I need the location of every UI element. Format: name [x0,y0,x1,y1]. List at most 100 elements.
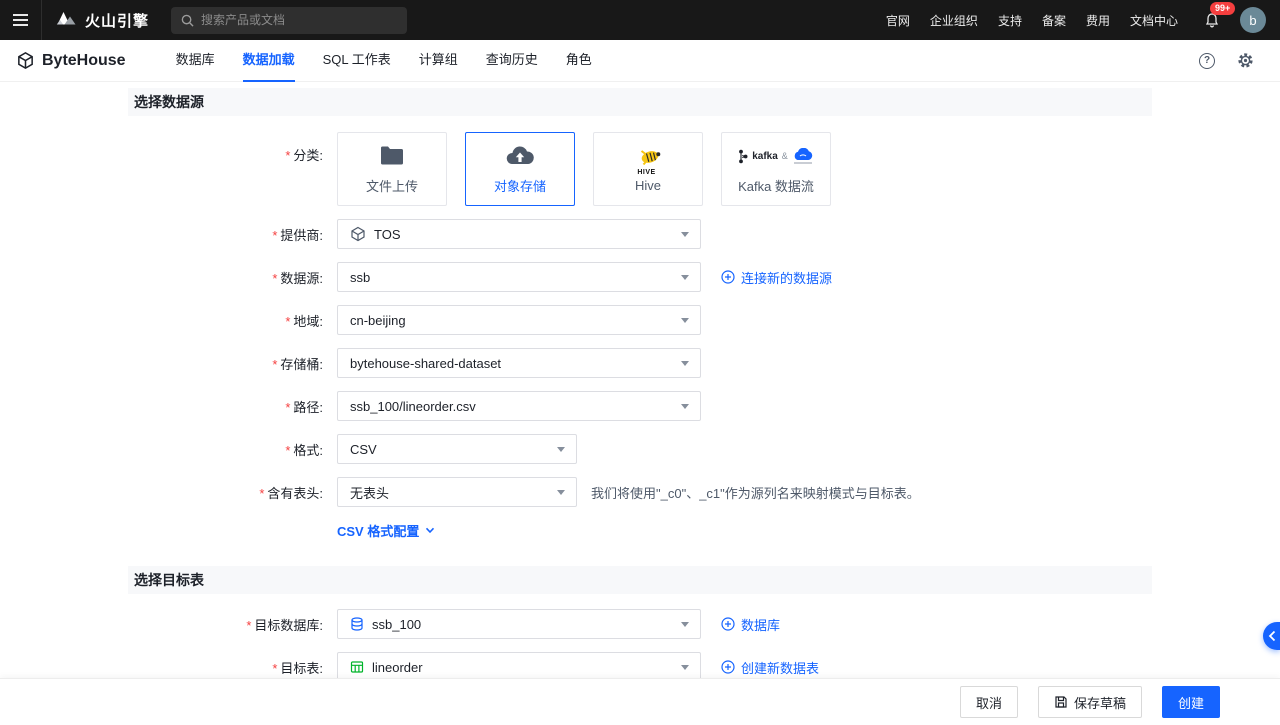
search-box[interactable] [171,6,408,34]
datasource-select[interactable]: ssb [337,262,701,292]
card-label: Kafka 数据流 [738,179,814,194]
required-marker: * [285,442,291,458]
bytehouse-logo[interactable]: ByteHouse [16,51,126,70]
bucket-select[interactable]: bytehouse-shared-dataset [337,348,701,378]
volcano-logo[interactable]: 火山引擎 [54,10,149,31]
button-label: 保存草稿 [1073,695,1126,711]
hive-wordmark: HIVE [637,169,656,176]
chevron-down-icon [557,447,565,452]
topbar-link-docs-center[interactable]: 文档中心 [1130,12,1178,29]
card-label: 对象存储 [493,179,546,194]
tab-query-history[interactable]: 查询历史 [486,40,538,82]
hive-logo-icon [640,150,661,166]
target-database-select[interactable]: ssb_100 [337,609,701,639]
field-label-text: 分类: [293,148,323,163]
required-marker: * [246,617,252,633]
topbar-link-support[interactable]: 支持 [998,12,1022,29]
field-label-text: 含有表头: [267,485,323,501]
chevron-down-icon [681,232,689,237]
main-nav: 数据库 数据加载 SQL 工作表 计算组 查询历史 角色 [176,40,592,82]
field-label-text: 目标表: [280,660,323,676]
section-title-source: 选择数据源 [134,94,204,110]
user-avatar[interactable]: b [1240,7,1266,33]
select-value: TOS [374,226,401,242]
link-label: CSV 格式配置 [337,524,420,539]
circle-plus-icon [721,660,735,674]
field-label-text: 路径: [293,399,323,415]
card-hive[interactable]: HIVE Hive [593,132,703,206]
required-marker: * [272,227,278,243]
header-option-select[interactable]: 无表头 [337,477,577,507]
brand-volcano: 火山引擎 [85,12,150,30]
tab-data-loading[interactable]: 数据加载 [242,40,295,82]
required-marker: * [272,660,278,676]
field-label-text: 地域: [293,313,323,329]
chevron-down-icon [681,275,689,280]
section-title-target: 选择目标表 [134,572,204,588]
folder-icon [381,146,403,165]
tab-sql-worksheet[interactable]: SQL 工作表 [323,40,391,82]
format-select[interactable]: CSV [337,434,577,464]
chevron-down-icon [681,622,689,627]
target-table-select[interactable]: lineorder [337,652,701,678]
topbar-link-icp-filing[interactable]: 备案 [1042,12,1066,29]
brand-bytehouse: ByteHouse [42,51,126,69]
cancel-button[interactable]: 取消 [959,686,1018,718]
topbar-link-official-site[interactable]: 官网 [886,12,910,29]
menu-icon[interactable] [0,0,42,40]
tab-databases[interactable]: 数据库 [176,40,215,82]
save-draft-button[interactable]: 保存草稿 [1037,686,1142,718]
required-marker: * [272,270,278,286]
chevron-left-icon [1268,630,1275,642]
topbar-link-billing[interactable]: 费用 [1086,12,1110,29]
select-value: ssb_100 [372,616,422,632]
csv-config-link[interactable]: CSV 格式配置 [337,521,435,540]
notification-bell[interactable]: 99+ [1204,2,1236,28]
select-value: cn-beijing [350,312,406,328]
database-icon [351,617,363,631]
field-label-region: * 地域: [128,311,337,330]
category-cards: 文件上传 对象存储 HIVE Hive kafka & Kafka 数据流 [337,132,831,206]
field-label-format: * 格式: [128,440,337,459]
field-label-text: 存储桶: [280,356,323,372]
kafka-logo-icon [739,149,748,163]
chevron-down-icon [681,318,689,323]
card-kafka-stream[interactable]: kafka & Kafka 数据流 [721,132,831,206]
top-bar: 火山引擎 官网 企业组织 支持 备案 费用 文档中心 99+ b [0,0,1280,40]
create-button[interactable]: 创建 [1161,686,1220,718]
chevron-down-icon [426,527,435,534]
tab-roles[interactable]: 角色 [566,40,592,82]
required-marker: * [272,356,278,372]
tab-compute-groups[interactable]: 计算组 [419,40,458,82]
search-input[interactable] [201,13,398,27]
field-label-text: 格式: [293,442,323,458]
connect-new-datasource-link[interactable]: 连接新的数据源 [721,268,832,287]
region-select[interactable]: cn-beijing [337,305,701,335]
section-source-header: 选择数据源 [128,88,1152,116]
help-icon[interactable]: ? [1199,52,1215,69]
tos-icon [351,226,365,242]
link-label: 数据库 [741,617,781,633]
field-label-text: 数据源: [280,270,323,286]
bytehouse-logo-icon [18,52,33,69]
chevron-down-icon [681,404,689,409]
path-select[interactable]: ssb_100/lineorder.csv [337,391,701,421]
select-value: ssb [350,269,371,285]
card-object-storage[interactable]: 对象存储 [465,132,575,206]
required-marker: * [259,485,265,501]
provider-select[interactable]: TOS [337,219,701,249]
settings-gear-icon[interactable] [1237,52,1254,69]
create-database-link[interactable]: 数据库 [721,615,780,634]
card-file-upload[interactable]: 文件上传 [337,132,447,206]
field-label-header-option: * 含有表头: [128,483,337,502]
link-label: 连接新的数据源 [741,270,833,286]
notification-badge: 99+ [1210,2,1236,15]
app-bar: ByteHouse 数据库 数据加载 SQL 工作表 计算组 查询历史 角色 ? [0,40,1280,82]
topbar-link-enterprise-org[interactable]: 企业组织 [930,12,978,29]
bytehouse-cloud-icon [794,148,812,160]
chevron-down-icon [557,490,565,495]
required-marker: * [285,148,291,163]
required-marker: * [285,399,291,415]
section-target-header: 选择目标表 [128,566,1152,594]
create-table-link[interactable]: 创建新数据表 [721,658,819,677]
